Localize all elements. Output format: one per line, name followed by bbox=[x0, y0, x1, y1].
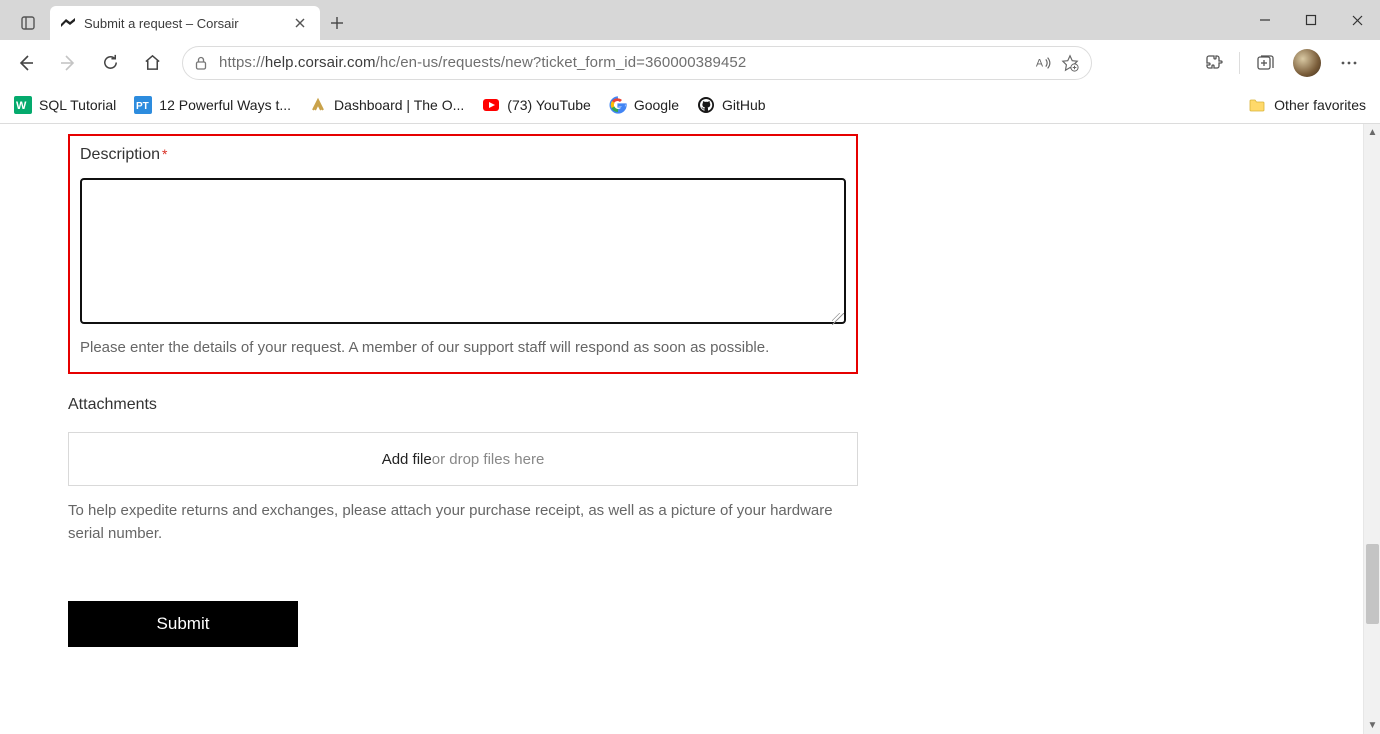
add-file-link[interactable]: Add file bbox=[382, 451, 432, 468]
bookmark-label: Other favorites bbox=[1274, 97, 1366, 113]
forward-button[interactable] bbox=[50, 45, 86, 81]
description-section-highlight: Description* Please enter the details of… bbox=[68, 134, 858, 374]
request-form: Description* Please enter the details of… bbox=[68, 134, 858, 647]
attachments-dropzone[interactable]: Add file or drop files here bbox=[68, 432, 858, 486]
description-textarea[interactable] bbox=[80, 178, 846, 324]
bookmark-youtube[interactable]: (73) YouTube bbox=[482, 96, 591, 114]
minimize-button[interactable] bbox=[1242, 0, 1288, 40]
scroll-thumb[interactable] bbox=[1366, 544, 1379, 624]
titlebar: Submit a request – Corsair bbox=[0, 0, 1380, 40]
bookmark-label: 12 Powerful Ways t... bbox=[159, 97, 291, 113]
bookmark-dashboard[interactable]: Dashboard | The O... bbox=[309, 96, 464, 114]
page-content: Description* Please enter the details of… bbox=[0, 124, 1363, 734]
bookmark-sql-tutorial[interactable]: W SQL Tutorial bbox=[14, 96, 116, 114]
back-button[interactable] bbox=[8, 45, 44, 81]
folder-icon bbox=[1248, 96, 1266, 114]
profile-avatar[interactable] bbox=[1290, 46, 1324, 80]
vertical-scrollbar[interactable]: ▲ ▼ bbox=[1363, 124, 1380, 734]
close-tab-button[interactable] bbox=[290, 15, 310, 31]
window-close-button[interactable] bbox=[1334, 0, 1380, 40]
extensions-icon[interactable] bbox=[1197, 46, 1231, 80]
favorite-icon[interactable] bbox=[1061, 54, 1079, 72]
google-icon bbox=[609, 96, 627, 114]
description-help-text: Please enter the details of your request… bbox=[80, 339, 846, 356]
tab-strip: Submit a request – Corsair bbox=[0, 6, 354, 40]
w3-icon: W bbox=[14, 96, 32, 114]
lock-icon bbox=[193, 55, 209, 71]
refresh-button[interactable] bbox=[92, 45, 128, 81]
odin-icon bbox=[309, 96, 327, 114]
tab-actions-button[interactable] bbox=[6, 6, 50, 40]
bookmark-label: Dashboard | The O... bbox=[334, 97, 464, 113]
scroll-down-arrow[interactable]: ▼ bbox=[1364, 717, 1380, 734]
window-controls bbox=[1242, 0, 1380, 40]
bookmark-google[interactable]: Google bbox=[609, 96, 679, 114]
submit-button[interactable]: Submit bbox=[68, 601, 298, 647]
resize-handle[interactable] bbox=[832, 313, 844, 325]
home-button[interactable] bbox=[134, 45, 170, 81]
bookmarks-bar: W SQL Tutorial PT 12 Powerful Ways t... … bbox=[0, 86, 1380, 124]
separator bbox=[1239, 52, 1240, 74]
svg-text:A: A bbox=[1036, 57, 1044, 69]
tab-title: Submit a request – Corsair bbox=[84, 16, 239, 31]
more-menu-button[interactable] bbox=[1332, 46, 1366, 80]
attachments-help-text: To help expedite returns and exchanges, … bbox=[68, 500, 858, 545]
new-tab-button[interactable] bbox=[320, 6, 354, 40]
bookmark-label: Google bbox=[634, 97, 679, 113]
read-aloud-icon[interactable]: A bbox=[1035, 54, 1053, 72]
bookmark-label: SQL Tutorial bbox=[39, 97, 116, 113]
other-favorites[interactable]: Other favorites bbox=[1248, 96, 1366, 114]
pt-icon: PT bbox=[134, 96, 152, 114]
svg-text:PT: PT bbox=[136, 101, 149, 112]
url-text: https://help.corsair.com/hc/en-us/reques… bbox=[219, 54, 1025, 71]
scroll-up-arrow[interactable]: ▲ bbox=[1364, 124, 1380, 141]
required-star: * bbox=[162, 146, 167, 162]
toolbar-right bbox=[1197, 46, 1372, 80]
github-icon bbox=[697, 96, 715, 114]
svg-text:W: W bbox=[16, 100, 27, 112]
description-label: Description* bbox=[80, 146, 846, 164]
corsair-favicon bbox=[60, 15, 76, 31]
bookmark-github[interactable]: GitHub bbox=[697, 96, 766, 114]
collections-icon[interactable] bbox=[1248, 46, 1282, 80]
youtube-icon bbox=[482, 96, 500, 114]
bookmark-label: GitHub bbox=[722, 97, 766, 113]
attachments-label: Attachments bbox=[68, 396, 858, 414]
browser-toolbar: https://help.corsair.com/hc/en-us/reques… bbox=[0, 40, 1380, 86]
browser-tab[interactable]: Submit a request – Corsair bbox=[50, 6, 320, 40]
bookmark-label: (73) YouTube bbox=[507, 97, 591, 113]
or-drop-text: or drop files here bbox=[432, 451, 545, 468]
address-bar[interactable]: https://help.corsair.com/hc/en-us/reques… bbox=[182, 46, 1092, 80]
bookmark-powerful-ways[interactable]: PT 12 Powerful Ways t... bbox=[134, 96, 291, 114]
maximize-button[interactable] bbox=[1288, 0, 1334, 40]
